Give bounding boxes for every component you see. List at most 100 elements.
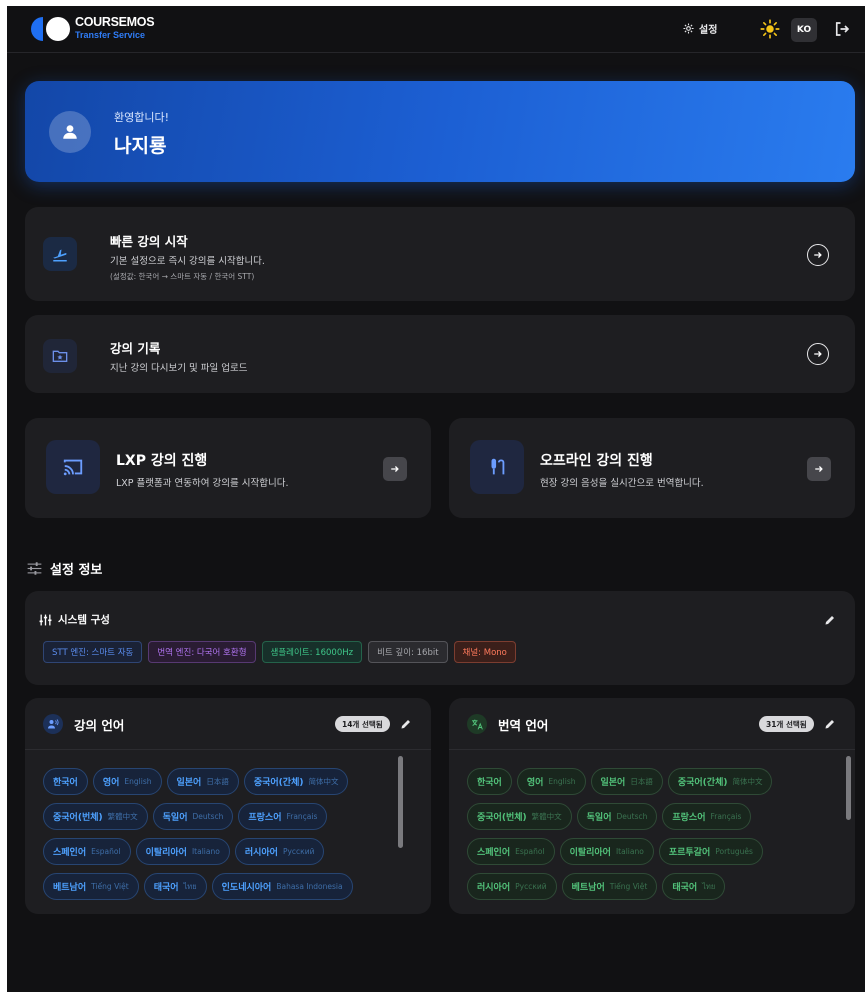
settings-button[interactable]: 설정	[683, 21, 717, 36]
language-chip-native: 简体中文	[732, 777, 763, 786]
equalizer-icon	[39, 614, 52, 625]
edit-pencil-icon[interactable]	[824, 614, 836, 626]
language-chip-native: Tiếng Việt	[91, 882, 129, 891]
language-chip[interactable]: 중국어(간체) 简体中文	[667, 768, 773, 795]
language-chip-name: 중국어(번체)	[53, 813, 103, 823]
language-chip-name: 베트남어	[53, 883, 87, 893]
lecture-language-header: 강의 언어 14개 선택됨	[25, 698, 431, 750]
language-chip-native: ไทย	[183, 881, 197, 891]
language-chip-native: 日本語	[206, 777, 229, 786]
scrollbar-thumb[interactable]	[398, 756, 403, 848]
offline-arrow[interactable]	[807, 457, 831, 481]
language-chip[interactable]: 태국어 ไทย	[662, 873, 726, 900]
takeoff-icon	[43, 237, 77, 271]
language-chip[interactable]: 일본어 日本語	[590, 768, 663, 795]
language-chip-native: Italiano	[191, 847, 220, 856]
lxp-lecture-card[interactable]: LXP 강의 진행 LXP 플랫폼과 연동하여 강의를 시작합니다.	[25, 418, 431, 518]
top-bar: COURSEMOS Transfer Service 설정 KO	[7, 6, 865, 53]
edit-pencil-icon[interactable]	[824, 718, 836, 730]
quick-start-arrow[interactable]	[807, 244, 829, 266]
quick-start-title: 빠른 강의 시작	[110, 234, 188, 249]
language-chip[interactable]: 태국어 ไทย	[143, 873, 207, 900]
brand-subtitle: Transfer Service	[75, 29, 146, 40]
language-chip-name: 한국어	[477, 778, 502, 788]
language-chip-name: 러시아어	[477, 883, 511, 893]
language-chip-name: 영어	[102, 778, 120, 788]
arrow-right-icon	[814, 351, 822, 357]
settings-label: 설정	[699, 25, 718, 36]
language-chip[interactable]: 영어 English	[516, 768, 586, 795]
language-chip-native: 繁體中文	[107, 812, 138, 821]
language-button[interactable]: KO	[791, 18, 817, 42]
folder-star-icon	[43, 339, 77, 373]
system-tag: 비트 깊이: 16bit	[368, 641, 448, 663]
quick-start-card[interactable]: 빠른 강의 시작 기본 설정으로 즉시 강의를 시작합니다. (설정값: 한국어…	[25, 207, 855, 301]
language-chip[interactable]: 러시아어 Русский	[467, 873, 557, 900]
language-chip-native: Русский	[282, 847, 315, 856]
history-arrow[interactable]	[807, 343, 829, 365]
brand[interactable]: COURSEMOS Transfer Service	[75, 15, 155, 40]
language-chip-native: 繁體中文	[531, 812, 562, 821]
language-chip[interactable]: 중국어(번체) 繁體中文	[467, 803, 572, 830]
language-chip-name: 태국어	[672, 883, 698, 893]
language-chip[interactable]: 이탈리아어 Italiano	[559, 838, 654, 865]
lecture-language-card: 강의 언어 14개 선택됨 한국어 영어 English 일본어 日本語 중국어(간체) 简…	[25, 698, 431, 914]
translation-language-title: 번역 언어	[498, 718, 549, 733]
app-window: COURSEMOS Transfer Service 설정 KO 환영합니다! …	[7, 6, 865, 992]
language-chip-name: 프랑스어	[248, 813, 282, 823]
language-chip[interactable]: 중국어(번체) 繁體中文	[43, 803, 148, 830]
language-chip-native: 简体中文	[308, 777, 339, 786]
language-chip-native: Bahasa Indonesia	[276, 882, 343, 891]
system-config-heading: 시스템 구성	[39, 612, 110, 627]
language-chip[interactable]: 스페인어 Español	[467, 838, 555, 865]
language-chip[interactable]: 포르투갈어 Português	[658, 838, 763, 865]
language-chip[interactable]: 독일어 Deutsch	[152, 803, 234, 830]
language-chip-native: Español	[515, 847, 545, 856]
welcome-greeting: 환영합니다!	[114, 111, 170, 124]
language-chip[interactable]: 러시아어 Русский	[234, 838, 325, 865]
language-chip-name: 일본어	[176, 778, 202, 788]
language-chip[interactable]: 영어 English	[92, 768, 162, 795]
brand-name: COURSEMOS	[75, 15, 155, 29]
language-chip-native: ไทย	[702, 881, 716, 891]
edit-pencil-icon[interactable]	[400, 718, 412, 730]
offline-desc: 현장 강의 음성을 실시간으로 번역합니다.	[540, 478, 704, 489]
language-chip[interactable]: 베트남어 Tiếng Việt	[43, 873, 139, 900]
language-chip[interactable]: 베트남어 Tiếng Việt	[561, 873, 658, 900]
language-chip[interactable]: 독일어 Deutsch	[576, 803, 658, 830]
language-chip-name: 일본어	[600, 778, 626, 788]
language-chip[interactable]: 한국어	[467, 768, 512, 795]
language-chip[interactable]: 이탈리아어 Italiano	[135, 838, 230, 865]
language-chip-native: Tiếng Việt	[609, 882, 648, 891]
language-chip[interactable]: 스페인어 Español	[43, 838, 131, 865]
offline-lecture-card[interactable]: 오프라인 강의 진행 현장 강의 음성을 실시간으로 번역합니다.	[449, 418, 855, 518]
lxp-arrow[interactable]	[383, 457, 407, 481]
language-chip-name: 포르투갈어	[668, 848, 711, 858]
lecture-history-card[interactable]: 강의 기록 지난 강의 다시보기 및 파일 업로드	[25, 315, 855, 393]
lecture-language-count-badge: 14개 선택됨	[335, 716, 390, 732]
translation-language-card: 번역 언어 31개 선택됨 한국어 영어 English 일본어 日本語 중국어(간체) 简…	[449, 698, 855, 914]
language-chip[interactable]: 인도네시아어 Bahasa Indonesia	[211, 873, 353, 900]
arrow-right-icon	[815, 466, 823, 472]
language-chip[interactable]: 한국어	[43, 768, 88, 795]
language-chip-name: 베트남어	[571, 883, 605, 893]
sun-icon[interactable]	[760, 19, 780, 39]
language-chip-name: 영어	[526, 778, 544, 788]
language-chip-native: English	[124, 777, 152, 786]
language-chip[interactable]: 프랑스어 Français	[662, 803, 752, 830]
system-tag: 번역 엔진: 다국어 호환형	[148, 641, 256, 663]
logo-icon	[31, 17, 70, 41]
quick-start-desc: 기본 설정으로 즉시 강의를 시작합니다.	[110, 256, 265, 267]
user-name: 나지룡	[114, 135, 167, 157]
translation-language-header: 번역 언어 31개 선택됨	[449, 698, 855, 750]
language-chip-native: Русский	[515, 882, 547, 891]
microphone-icon	[470, 440, 524, 494]
language-chip[interactable]: 중국어(간체) 简体中文	[243, 768, 349, 795]
scrollbar-thumb[interactable]	[846, 756, 851, 820]
logout-icon[interactable]	[833, 20, 851, 38]
lxp-title: LXP 강의 진행	[116, 453, 208, 469]
language-chip[interactable]: 일본어 日本語	[166, 768, 239, 795]
quick-start-sub: (설정값: 한국어 → 스마트 자동 / 한국어 STT)	[110, 272, 255, 281]
history-title: 강의 기록	[110, 341, 161, 356]
language-chip[interactable]: 프랑스어 Français	[238, 803, 328, 830]
